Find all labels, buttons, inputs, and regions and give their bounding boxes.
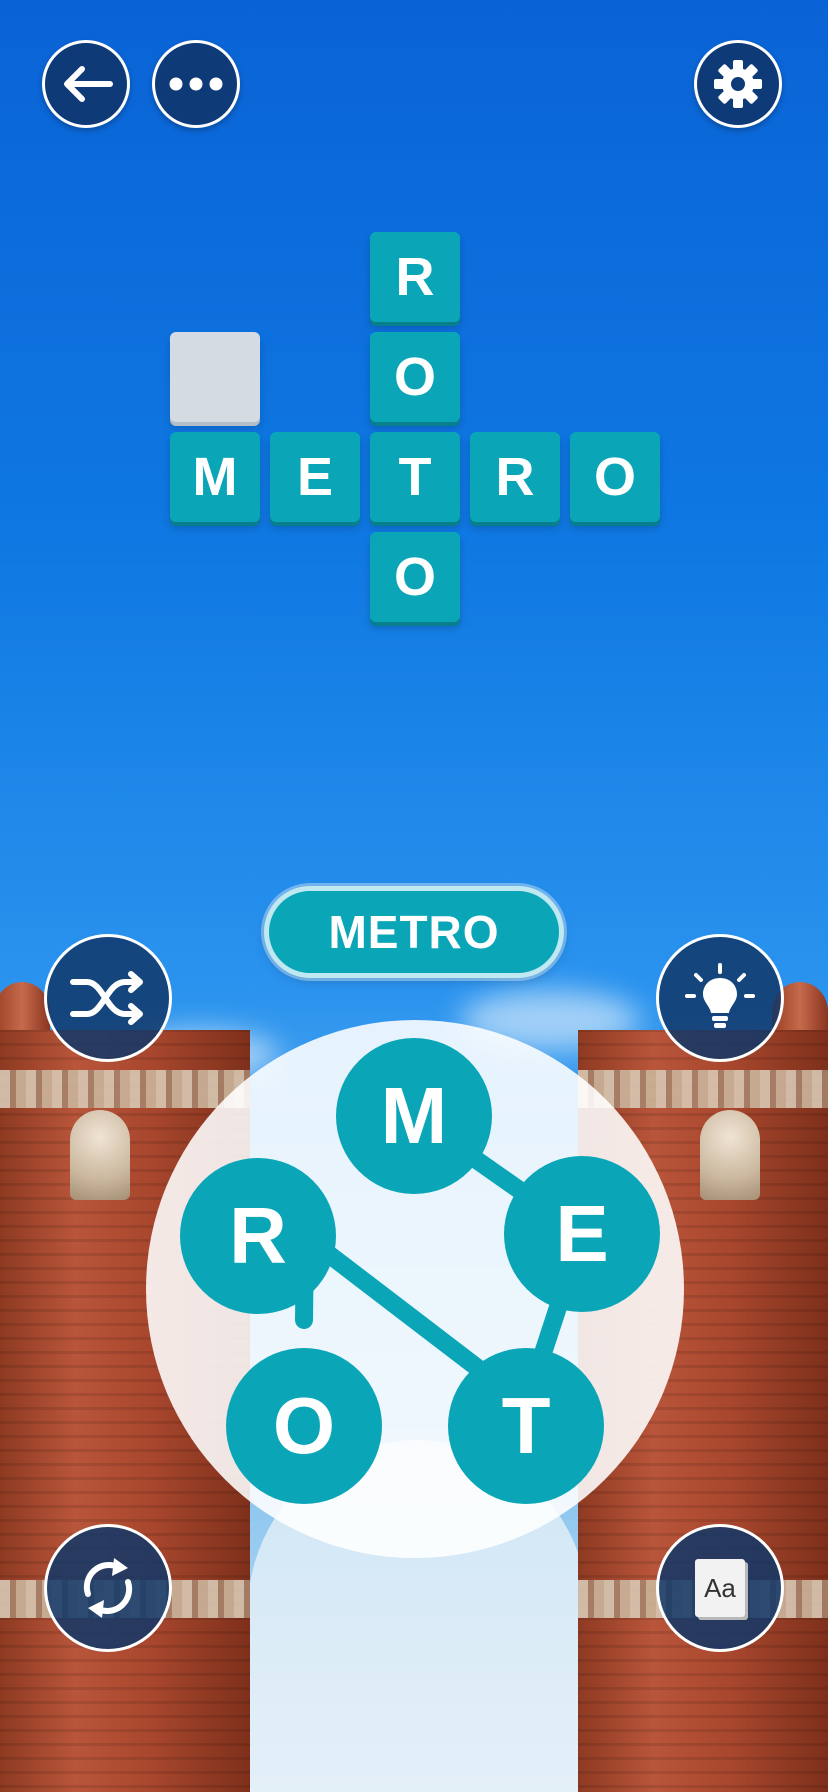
current-word-display: METRO <box>264 886 564 978</box>
wheel-letter[interactable]: R <box>180 1158 336 1314</box>
settings-button[interactable] <box>694 40 782 128</box>
grid-tile: R <box>370 232 460 322</box>
dictionary-label: Aa <box>704 1572 736 1603</box>
grid-tile: M <box>170 432 260 522</box>
back-button[interactable] <box>42 40 130 128</box>
grid-tile: O <box>370 332 460 422</box>
more-button[interactable] <box>152 40 240 128</box>
wheel-letter[interactable]: T <box>448 1348 604 1504</box>
lightbulb-icon <box>685 963 755 1028</box>
more-dots-icon <box>169 77 223 91</box>
grid-tile: E <box>270 432 360 522</box>
grid-tile: R <box>470 432 560 522</box>
dictionary-book-icon: Aa <box>695 1559 745 1617</box>
grid-tile: O <box>570 432 660 522</box>
wheel-letter[interactable]: M <box>336 1038 492 1194</box>
wheel-letter[interactable]: E <box>504 1156 660 1312</box>
grid-tile: O <box>370 532 460 622</box>
shuffle-icon <box>70 971 143 1025</box>
grid-tile-empty <box>170 332 260 422</box>
wheel-letter[interactable]: O <box>226 1348 382 1504</box>
refresh-icon <box>83 1558 133 1618</box>
grid-tile: T <box>370 432 460 522</box>
letter-wheel: M E T O R <box>146 1020 684 1558</box>
arrow-left-icon <box>64 66 113 102</box>
gear-icon <box>714 60 762 108</box>
